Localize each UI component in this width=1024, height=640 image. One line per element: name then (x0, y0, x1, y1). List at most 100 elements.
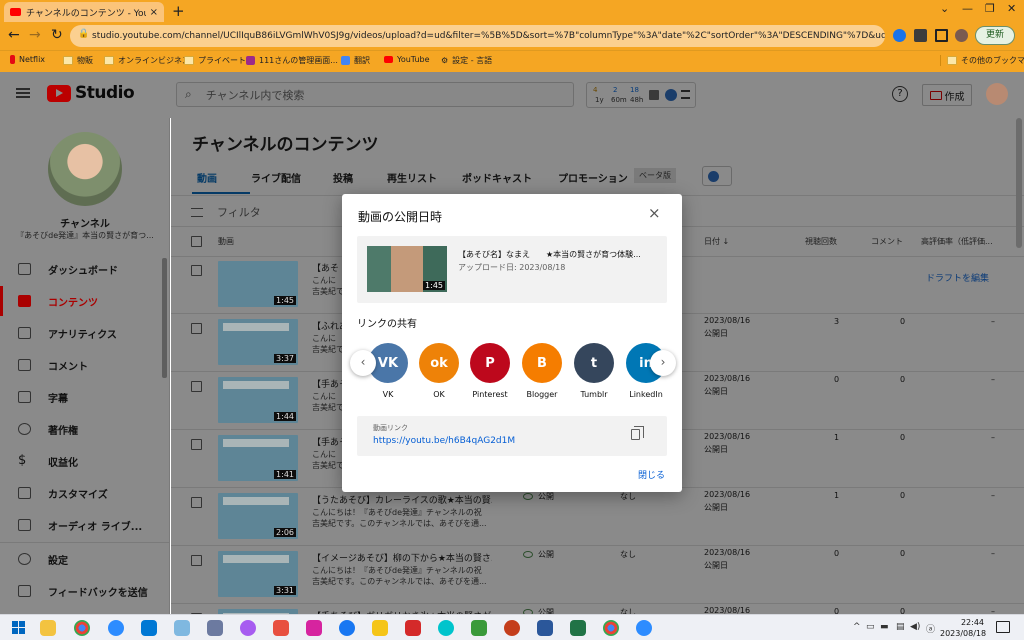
sidebar-item-settings[interactable]: 設定 (0, 544, 170, 574)
zoom-icon[interactable] (636, 620, 652, 636)
menu-icon[interactable] (16, 88, 30, 98)
tab-search-icon[interactable]: ⌄ (940, 2, 949, 15)
minimize-icon[interactable]: — (962, 2, 973, 15)
search-input[interactable]: ⌕ チャンネル内で検索 (176, 82, 574, 107)
windows-start-icon[interactable] (12, 621, 26, 635)
close-window-icon[interactable]: ✕ (1007, 2, 1016, 15)
bookmark-folder[interactable]: 物販 (63, 55, 93, 66)
ime-icon[interactable]: ⓐ (926, 622, 935, 635)
video-thumbnail[interactable]: 1:45 (367, 246, 447, 292)
address-bar[interactable]: 🔒 studio.youtube.com/channel/UCIlIquB86i… (70, 25, 885, 47)
row-checkbox[interactable] (191, 265, 202, 276)
share-prev-icon[interactable]: ‹ (350, 350, 376, 376)
word-icon[interactable] (537, 620, 553, 636)
browser-tab[interactable]: チャンネルのコンテンツ - YouTube Stu × (4, 2, 164, 22)
forward-icon[interactable]: → (29, 27, 41, 43)
tab-promotions[interactable]: プロモーション (558, 170, 628, 185)
sidebar-item-comments[interactable]: コメント (0, 350, 170, 380)
studio-logo[interactable]: Studio (75, 83, 135, 103)
youtube-logo-icon[interactable] (47, 85, 71, 102)
reload-icon[interactable]: ↻ (51, 27, 63, 43)
close-icon[interactable]: × (648, 206, 661, 221)
excel-icon[interactable] (570, 620, 586, 636)
share-pinterest-button[interactable]: P Pinterest (464, 343, 516, 399)
facebook-icon[interactable] (339, 620, 355, 636)
edit-draft-link[interactable]: ドラフトを編集 (926, 271, 989, 284)
help-icon[interactable]: ? (892, 86, 908, 102)
mail-icon[interactable] (141, 620, 157, 636)
video-thumbnail[interactable]: 1:45 (218, 261, 298, 307)
sidebar-item-audio-library[interactable]: オーディオ ライブ... (0, 510, 170, 540)
row-checkbox[interactable] (191, 323, 202, 334)
taskbar-clock[interactable]: 22:44 2023/08/18 (940, 617, 986, 639)
tab-close-icon[interactable]: × (150, 7, 158, 18)
chrome-icon[interactable] (603, 620, 619, 636)
visibility-cell[interactable]: 公開 (523, 491, 554, 502)
sidebar-item-feedback[interactable]: フィードバックを送信 (0, 576, 170, 606)
tab-podcasts[interactable]: ポッドキャスト (462, 170, 532, 185)
video-thumbnail[interactable]: 3:37 (218, 319, 298, 365)
tab-posts[interactable]: 投稿 (333, 170, 353, 185)
close-button[interactable]: 閉じる (638, 468, 665, 481)
camtasia-icon[interactable] (471, 620, 487, 636)
acrobat-icon[interactable] (405, 620, 421, 636)
back-icon[interactable]: ← (8, 27, 20, 43)
video-title[interactable]: 【うたあそび】カレーライスの歌★本当の賢... (312, 493, 492, 506)
column-date[interactable]: 日付 ↓ (704, 236, 729, 247)
bookmark-admin[interactable]: 111さんの管理画面... (246, 55, 338, 66)
video-thumbnail[interactable]: 2:06 (218, 493, 298, 539)
visibility-cell[interactable]: 公開 (523, 549, 554, 560)
file-explorer-icon[interactable] (40, 620, 56, 636)
share-ok-button[interactable]: ok OK (413, 343, 465, 399)
sidebar-item-monetization[interactable]: $ 収益化 (0, 446, 170, 476)
notification-icon[interactable] (996, 621, 1010, 633)
powerpoint-icon[interactable] (504, 620, 520, 636)
video-thumbnail[interactable]: 3:31 (218, 551, 298, 597)
tray-chevron-icon[interactable]: ^ (853, 622, 861, 632)
messenger-icon[interactable] (240, 620, 256, 636)
main-scrollbar[interactable] (1016, 118, 1022, 248)
profile-avatar[interactable] (955, 29, 968, 42)
bookmark-folder[interactable]: プライベート (184, 55, 246, 66)
bookmark-folder[interactable]: オンラインビジネス (104, 55, 190, 66)
zoom-icon[interactable] (108, 620, 124, 636)
sidepanel-icon[interactable] (935, 29, 948, 42)
copy-icon[interactable] (631, 426, 644, 440)
tab-live[interactable]: ライブ配信 (251, 170, 301, 185)
app-icon[interactable] (174, 620, 190, 636)
bookmark-translate[interactable]: 翻訳 (341, 55, 370, 66)
calculator-icon[interactable] (207, 620, 223, 636)
bookmark-netflix[interactable]: Netflix (10, 55, 45, 64)
sidebar-scrollbar[interactable] (162, 258, 167, 378)
create-button[interactable]: 作成 (922, 84, 972, 106)
select-all-checkbox[interactable] (191, 236, 202, 247)
sidebar-item-analytics[interactable]: アナリティクス (0, 318, 170, 348)
video-thumbnail[interactable]: 1:41 (218, 435, 298, 481)
app-icon[interactable] (273, 620, 289, 636)
row-checkbox[interactable] (191, 497, 202, 508)
account-avatar[interactable] (986, 83, 1008, 105)
instagram-icon[interactable] (306, 620, 322, 636)
extension-icon[interactable] (702, 166, 732, 186)
network-icon[interactable]: ▤ (896, 622, 905, 632)
row-checkbox[interactable] (191, 555, 202, 566)
channel-avatar[interactable] (48, 132, 122, 206)
video-link[interactable]: https://youtu.be/h6B4qAG2d1M (373, 436, 515, 446)
canva-icon[interactable] (438, 620, 454, 636)
row-checkbox[interactable] (191, 381, 202, 392)
filter-bar[interactable]: フィルタ (191, 204, 261, 220)
sidebar-item-dashboard[interactable]: ダッシュボード (0, 254, 170, 284)
extension-icon[interactable] (893, 29, 906, 42)
update-button[interactable]: 更新 (975, 26, 1015, 45)
row-checkbox[interactable] (191, 439, 202, 450)
video-thumbnail[interactable]: 1:44 (218, 377, 298, 423)
table-row[interactable]: 2:06 【うたあそび】カレーライスの歌★本当の賢... こんにちは！『あそびde発… (171, 489, 1024, 546)
video-title[interactable]: 【イメージあそび】柳の下から★本当の賢さ... (312, 551, 492, 564)
tab-videos[interactable]: 動画 (197, 170, 217, 185)
share-blogger-button[interactable]: B Blogger (516, 343, 568, 399)
sidebar-item-subtitles[interactable]: 字幕 (0, 382, 170, 412)
tray-app-icon[interactable]: ▭ (866, 622, 875, 632)
maximize-icon[interactable]: ❐ (985, 2, 995, 15)
tab-playlists[interactable]: 再生リスト (387, 170, 437, 185)
table-row[interactable]: 3:31 【イメージあそび】柳の下から★本当の賢さ... こんにちは！『あそびde発… (171, 547, 1024, 604)
